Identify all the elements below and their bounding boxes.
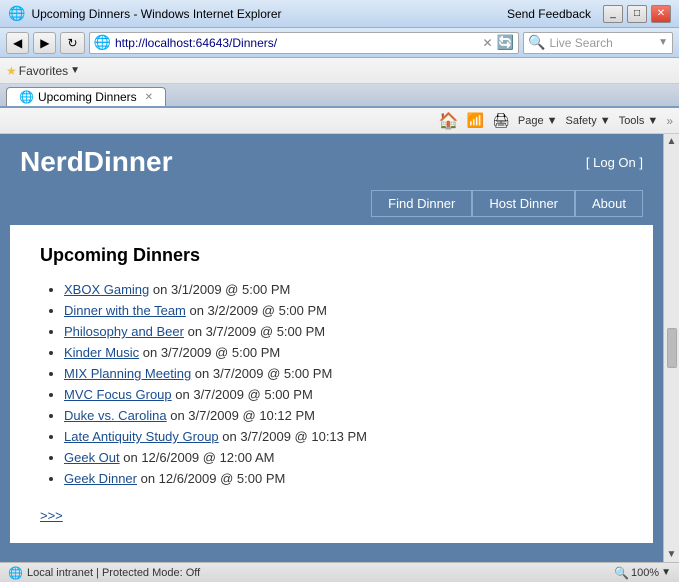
host-dinner-button[interactable]: Host Dinner bbox=[472, 190, 575, 217]
zoom-level: 100% bbox=[631, 567, 659, 579]
favorites-button[interactable]: ★ Favorites ▼ bbox=[6, 64, 80, 78]
ie-logo-icon: 🌐 bbox=[8, 5, 25, 22]
safety-menu-button[interactable]: Safety ▼ bbox=[566, 115, 611, 127]
home-icon[interactable]: 🏠 bbox=[439, 111, 459, 131]
favorites-dropdown-icon: ▼ bbox=[70, 65, 80, 76]
content-area: Upcoming Dinners XBOX Gaming on 3/1/2009… bbox=[10, 225, 653, 543]
scroll-thumb[interactable] bbox=[667, 328, 677, 368]
send-feedback-link[interactable]: Send Feedback bbox=[507, 7, 591, 21]
star-icon: ★ bbox=[6, 64, 17, 78]
back-icon: ◀ bbox=[13, 36, 22, 50]
list-item: Dinner with the Team on 3/2/2009 @ 5:00 … bbox=[64, 303, 623, 318]
dinner-link[interactable]: Late Antiquity Study Group bbox=[64, 429, 219, 444]
back-button[interactable]: ◀ bbox=[6, 32, 29, 54]
address-bar[interactable]: 🌐 http://localhost:64643/Dinners/ ✕ 🔄 bbox=[89, 32, 519, 54]
list-item: MVC Focus Group on 3/7/2009 @ 5:00 PM bbox=[64, 387, 623, 402]
ie-page-icon: 🌐 bbox=[94, 34, 111, 51]
favorites-label: Favorites bbox=[19, 64, 68, 78]
refresh-icon: ↻ bbox=[67, 36, 77, 50]
dinner-link[interactable]: Duke vs. Carolina bbox=[64, 408, 167, 423]
list-item: Philosophy and Beer on 3/7/2009 @ 5:00 P… bbox=[64, 324, 623, 339]
list-item: Duke vs. Carolina on 3/7/2009 @ 10:12 PM bbox=[64, 408, 623, 423]
page-heading: Upcoming Dinners bbox=[40, 245, 623, 266]
forward-icon: ▶ bbox=[40, 36, 49, 50]
list-item: Late Antiquity Study Group on 3/7/2009 @… bbox=[64, 429, 623, 444]
log-on-suffix: ] bbox=[636, 155, 643, 170]
page-menu-button[interactable]: Page ▼ bbox=[518, 115, 558, 127]
forward-button[interactable]: ▶ bbox=[33, 32, 56, 54]
list-item: Geek Out on 12/6/2009 @ 12:00 AM bbox=[64, 450, 623, 465]
dinner-link[interactable]: Geek Dinner bbox=[64, 471, 137, 486]
title-bar: 🌐 Upcoming Dinners - Windows Internet Ex… bbox=[0, 0, 679, 28]
address-text: http://localhost:64643/Dinners/ bbox=[115, 36, 479, 50]
go-refresh-icon[interactable]: ✕ bbox=[483, 36, 493, 50]
site-title: NerdDinner bbox=[20, 146, 172, 178]
title-bar-left: 🌐 Upcoming Dinners - Windows Internet Ex… bbox=[8, 5, 282, 22]
search-dropdown-icon[interactable]: ▼ bbox=[658, 37, 668, 48]
dinner-link[interactable]: XBOX Gaming bbox=[64, 282, 149, 297]
log-on-area: [ Log On ] bbox=[586, 155, 643, 170]
navigation-bar: ◀ ▶ ↻ 🌐 http://localhost:64643/Dinners/ … bbox=[0, 28, 679, 58]
live-search-icon: 🔍 bbox=[528, 34, 545, 51]
site-header: NerdDinner [ Log On ] bbox=[0, 134, 663, 190]
tab-icon: 🌐 bbox=[19, 90, 34, 104]
active-tab[interactable]: 🌐 Upcoming Dinners ✕ bbox=[6, 87, 166, 106]
rss-icon[interactable]: 📶 bbox=[467, 112, 484, 129]
close-button[interactable]: ✕ bbox=[651, 5, 671, 23]
dinner-link[interactable]: MVC Focus Group bbox=[64, 387, 172, 402]
zoom-dropdown-icon: ▼ bbox=[661, 567, 671, 578]
dinner-link[interactable]: Kinder Music bbox=[64, 345, 139, 360]
scrollbar[interactable]: ▲ ▼ bbox=[663, 134, 679, 562]
dinner-link[interactable]: Philosophy and Beer bbox=[64, 324, 184, 339]
search-bar[interactable]: 🔍 Live Search ▼ bbox=[523, 32, 673, 54]
go-button[interactable]: 🔄 bbox=[497, 34, 514, 51]
zoom-icon: 🔍 bbox=[614, 566, 629, 580]
dinner-list: XBOX Gaming on 3/1/2009 @ 5:00 PM Dinner… bbox=[40, 282, 623, 486]
list-item: Geek Dinner on 12/6/2009 @ 5:00 PM bbox=[64, 471, 623, 486]
maximize-button[interactable]: □ bbox=[627, 5, 647, 23]
log-on-link[interactable]: Log On bbox=[593, 155, 636, 170]
zoom-control[interactable]: 🔍 100% ▼ bbox=[614, 566, 671, 580]
tools-menu-button[interactable]: Tools ▼ bbox=[619, 115, 659, 127]
minimize-button[interactable]: _ bbox=[603, 5, 623, 23]
window-title: Upcoming Dinners - Windows Internet Expl… bbox=[31, 7, 281, 21]
dinner-link[interactable]: Geek Out bbox=[64, 450, 120, 465]
dinner-link[interactable]: MIX Planning Meeting bbox=[64, 366, 191, 381]
refresh-button[interactable]: ↻ bbox=[60, 32, 84, 54]
status-left: 🌐 Local intranet | Protected Mode: Off bbox=[8, 566, 200, 580]
list-item: XBOX Gaming on 3/1/2009 @ 5:00 PM bbox=[64, 282, 623, 297]
list-item: MIX Planning Meeting on 3/7/2009 @ 5:00 … bbox=[64, 366, 623, 381]
status-bar: 🌐 Local intranet | Protected Mode: Off 🔍… bbox=[0, 562, 679, 582]
scroll-up-icon[interactable]: ▲ bbox=[667, 136, 677, 147]
print-icon[interactable]: 🖨 bbox=[492, 112, 510, 129]
find-dinner-button[interactable]: Find Dinner bbox=[371, 190, 472, 217]
dinner-link[interactable]: Dinner with the Team bbox=[64, 303, 186, 318]
scroll-down-icon[interactable]: ▼ bbox=[667, 549, 677, 560]
page-content: NerdDinner [ Log On ] Find Dinner Host D… bbox=[0, 134, 663, 562]
list-item: Kinder Music on 3/7/2009 @ 5:00 PM bbox=[64, 345, 623, 360]
favorites-bar: ★ Favorites ▼ bbox=[0, 58, 679, 84]
more-link[interactable]: >>> bbox=[40, 508, 63, 523]
tab-close-icon[interactable]: ✕ bbox=[145, 92, 153, 103]
globe-status-icon: 🌐 bbox=[8, 566, 23, 580]
toolbar-expand-icon[interactable]: » bbox=[666, 114, 673, 128]
tab-bar: 🌐 Upcoming Dinners ✕ bbox=[0, 84, 679, 108]
site-nav-buttons: Find Dinner Host Dinner About bbox=[0, 190, 663, 225]
search-placeholder: Live Search bbox=[549, 36, 654, 50]
about-button[interactable]: About bbox=[575, 190, 643, 217]
tab-label: Upcoming Dinners bbox=[38, 90, 137, 104]
title-bar-right: Send Feedback _ □ ✕ bbox=[507, 5, 671, 23]
status-text: Local intranet | Protected Mode: Off bbox=[27, 567, 200, 579]
toolbar-bar: 🏠 📶 🖨 Page ▼ Safety ▼ Tools ▼ » bbox=[0, 108, 679, 134]
main-content-row: NerdDinner [ Log On ] Find Dinner Host D… bbox=[0, 134, 679, 562]
